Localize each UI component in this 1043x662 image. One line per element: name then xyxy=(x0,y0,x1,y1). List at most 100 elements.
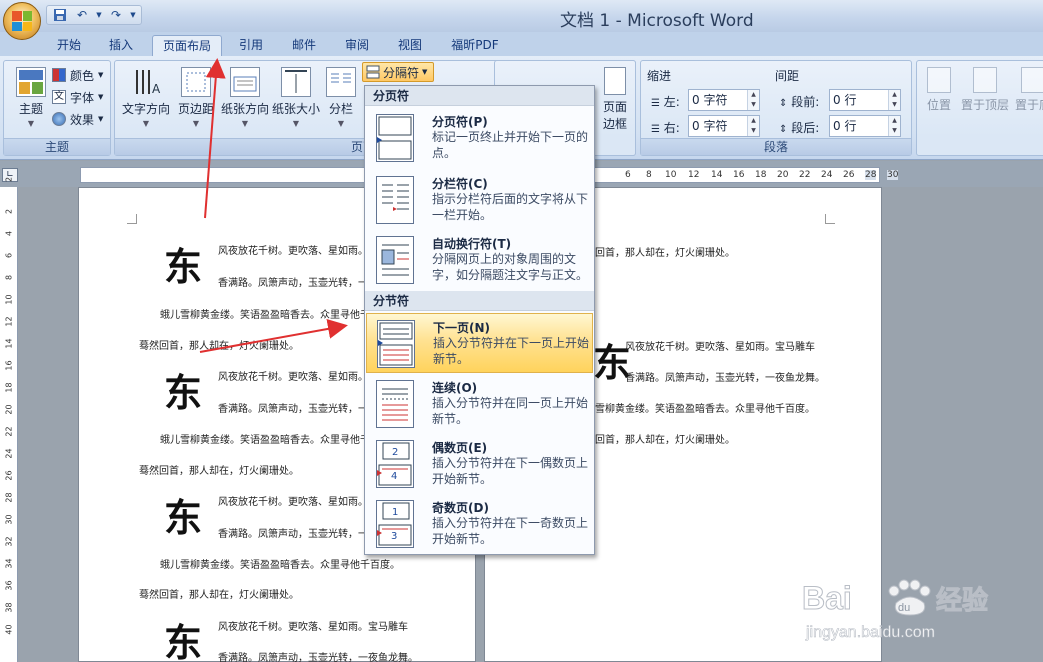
after-text: 段后: xyxy=(791,121,820,135)
title-bar: ↶ ▼ ↷ ▼ 文档 1 - Microsoft Word xyxy=(0,0,1043,40)
undo-icon[interactable]: ↶ xyxy=(73,7,91,23)
watermark-du: du xyxy=(898,602,910,614)
ruler-tick: 26 xyxy=(843,170,855,180)
crop-mark xyxy=(127,214,137,224)
position-icon xyxy=(927,67,951,93)
menu-item-title: 奇数页(D) xyxy=(432,501,489,515)
ruler-tick: 4 xyxy=(4,230,14,237)
margins-label: 页边距 xyxy=(177,102,214,116)
theme-effects-button[interactable]: 效果 ▼ xyxy=(52,109,103,129)
undo-dropdown-icon[interactable]: ▼ xyxy=(95,7,103,23)
spinner-icon[interactable]: ▲ ▼ xyxy=(747,116,759,136)
menu-item-odd-page[interactable]: 13 奇数页(D) 插入分节符并在下一奇数页上开始新节。 xyxy=(366,494,593,554)
page-borders-icon xyxy=(604,67,626,95)
indent-right-input[interactable]: 0 字符 ▲ ▼ xyxy=(688,115,760,137)
margins-button[interactable]: 页边距 ▼ xyxy=(173,65,219,135)
spacing-after-input[interactable]: 0 行 ▲ ▼ xyxy=(829,115,901,137)
continuous-section-icon xyxy=(376,380,414,428)
menu-item-title: 连续(O) xyxy=(432,381,478,395)
position-label: 位置 xyxy=(926,98,951,112)
ruler-tick: 26 xyxy=(4,470,14,481)
office-button[interactable] xyxy=(3,2,41,40)
arrange-group: 位置 置于顶层 置于底 xyxy=(916,60,1043,156)
next-page-section-icon xyxy=(377,320,415,368)
text-line: 蓦然回首，那人却在，灯火阑珊处。 xyxy=(139,590,299,601)
tab-review[interactable]: 审阅 xyxy=(336,35,378,56)
menu-item-title: 自动换行符(T) xyxy=(432,237,512,251)
menu-item-title: 分页符(P) xyxy=(432,115,488,129)
orientation-button[interactable]: 纸张方向 ▼ xyxy=(219,65,271,135)
section-breaks-header: 分节符 xyxy=(365,291,594,311)
tab-view[interactable]: 视图 xyxy=(389,35,431,56)
redo-icon[interactable]: ↷ xyxy=(107,7,125,23)
vertical-ruler[interactable]: 2 2 4 6 8 10 12 14 16 18 20 22 24 26 28 … xyxy=(0,177,18,662)
spacing-after-icon: ⇕ xyxy=(779,124,788,135)
bring-to-front-icon xyxy=(973,67,997,93)
svg-text:2: 2 xyxy=(392,447,398,458)
bring-to-front-button[interactable]: 置于顶层 xyxy=(959,65,1011,135)
baidu-watermark: Bai du 经验 jingyan.baidu.com xyxy=(800,575,1030,660)
tab-references[interactable]: 引用 xyxy=(230,35,272,56)
breaks-button[interactable]: 分隔符 ▼ xyxy=(362,62,434,82)
paragraph-group-label: 段落 xyxy=(641,138,911,155)
theme-group: 主题 ▼ 颜色 ▼ 文 字体 ▼ 效果 ▼ 主题 xyxy=(3,60,111,156)
menu-item-even-page[interactable]: 24 偶数页(E) 插入分节符并在下一偶数页上开始新节。 xyxy=(366,434,593,494)
page-breaks-header: 分页符 xyxy=(365,86,594,106)
text-line: 风夜放花千树。更吹落、星如雨。宝马雕车 xyxy=(625,342,815,353)
text-line: 蓦然回首，那人却在，灯火阑珊处。 xyxy=(139,466,299,477)
menu-item-title: 偶数页(E) xyxy=(432,441,488,455)
theme-fonts-button[interactable]: 文 字体 ▼ xyxy=(52,87,103,107)
customize-qat-icon[interactable]: ▼ xyxy=(129,7,137,23)
send-back-label: 置于底 xyxy=(1014,98,1043,112)
columns-icon xyxy=(326,67,356,97)
chevron-down-icon: ▼ xyxy=(192,119,200,128)
menu-item-desc: 指示分栏符后面的文字将从下一栏开始。 xyxy=(432,192,589,222)
odd-page-section-icon: 13 xyxy=(376,500,414,548)
ruler-tick: 20 xyxy=(777,170,789,180)
themes-button[interactable]: 主题 ▼ xyxy=(6,65,56,135)
ruler-tick: 16 xyxy=(733,170,745,180)
columns-button[interactable]: 分栏 ▼ xyxy=(321,65,361,135)
size-button[interactable]: 纸张大小 ▼ xyxy=(269,65,323,135)
quick-access-toolbar: ↶ ▼ ↷ ▼ xyxy=(46,5,142,25)
spinner-icon[interactable]: ▲ ▼ xyxy=(888,116,900,136)
ruler-tick: 8 xyxy=(4,274,14,281)
tab-foxit-pdf[interactable]: 福昕PDF xyxy=(443,35,507,56)
tab-home[interactable]: 开始 xyxy=(48,35,90,56)
ruler-tick: 40 xyxy=(4,624,14,635)
spinner-icon[interactable]: ▲ ▼ xyxy=(747,90,759,110)
text-wrapping-icon xyxy=(376,236,414,284)
text-direction-button[interactable]: A 文字方向 ▼ xyxy=(117,65,175,135)
menu-item-continuous[interactable]: 连续(O) 插入分节符并在同一页上开始新节。 xyxy=(366,374,593,434)
send-to-back-button[interactable]: 置于底 xyxy=(1013,65,1043,135)
indent-left-input[interactable]: 0 字符 ▲ ▼ xyxy=(688,89,760,111)
spacing-before-input[interactable]: 0 行 ▲ ▼ xyxy=(829,89,901,111)
ruler-tick: 10 xyxy=(665,170,677,180)
menu-item-next-page[interactable]: 下一页(N) 插入分节符并在下一页上开始新节。 xyxy=(366,313,593,373)
drop-cap: 东 xyxy=(164,620,203,662)
spinner-icon[interactable]: ▲ ▼ xyxy=(888,90,900,110)
ruler-tick: 14 xyxy=(4,338,14,349)
tab-insert[interactable]: 插入 xyxy=(100,35,142,56)
ruler-tick: 22 xyxy=(799,170,811,180)
baidu-logo: Bai du 经验 jingyan.baidu.com xyxy=(802,579,989,641)
position-button[interactable]: 位置 xyxy=(919,65,959,135)
tab-page-layout[interactable]: 页面布局 xyxy=(152,35,222,56)
theme-colors-button[interactable]: 颜色 ▼ xyxy=(52,65,103,85)
spacing-before-icon: ⇕ xyxy=(779,98,788,109)
tab-mailings[interactable]: 邮件 xyxy=(283,35,325,56)
paragraph-group: 缩进 间距 ☰ 左: 0 字符 ▲ ▼ ☰ 右: 0 字符 ▲ ▼ ⇕ 段前: 0 行 ▲… xyxy=(640,60,912,156)
ruler-tick: 16 xyxy=(4,360,14,371)
chevron-down-icon: ▼ xyxy=(337,119,345,128)
fonts-label: 字体 xyxy=(70,90,95,105)
size-label: 纸张大小 xyxy=(271,102,320,116)
page-borders-button[interactable]: 页面 边框 xyxy=(595,65,635,135)
send-to-back-icon xyxy=(1021,67,1043,93)
menu-item-column-break[interactable]: 分栏符(C) 指示分栏符后面的文字将从下一栏开始。 xyxy=(366,170,593,230)
drop-cap: 东 xyxy=(164,244,203,289)
save-icon[interactable] xyxy=(51,7,69,23)
spacing-before-value: 0 行 xyxy=(833,93,857,107)
menu-item-text-wrapping[interactable]: 自动换行符(T) 分隔网页上的对象周围的文字，如分隔题注文字与正文。 xyxy=(366,230,593,290)
effects-icon xyxy=(52,112,66,126)
menu-item-page-break[interactable]: 分页符(P) 标记一页终止并开始下一页的点。 xyxy=(366,108,593,168)
